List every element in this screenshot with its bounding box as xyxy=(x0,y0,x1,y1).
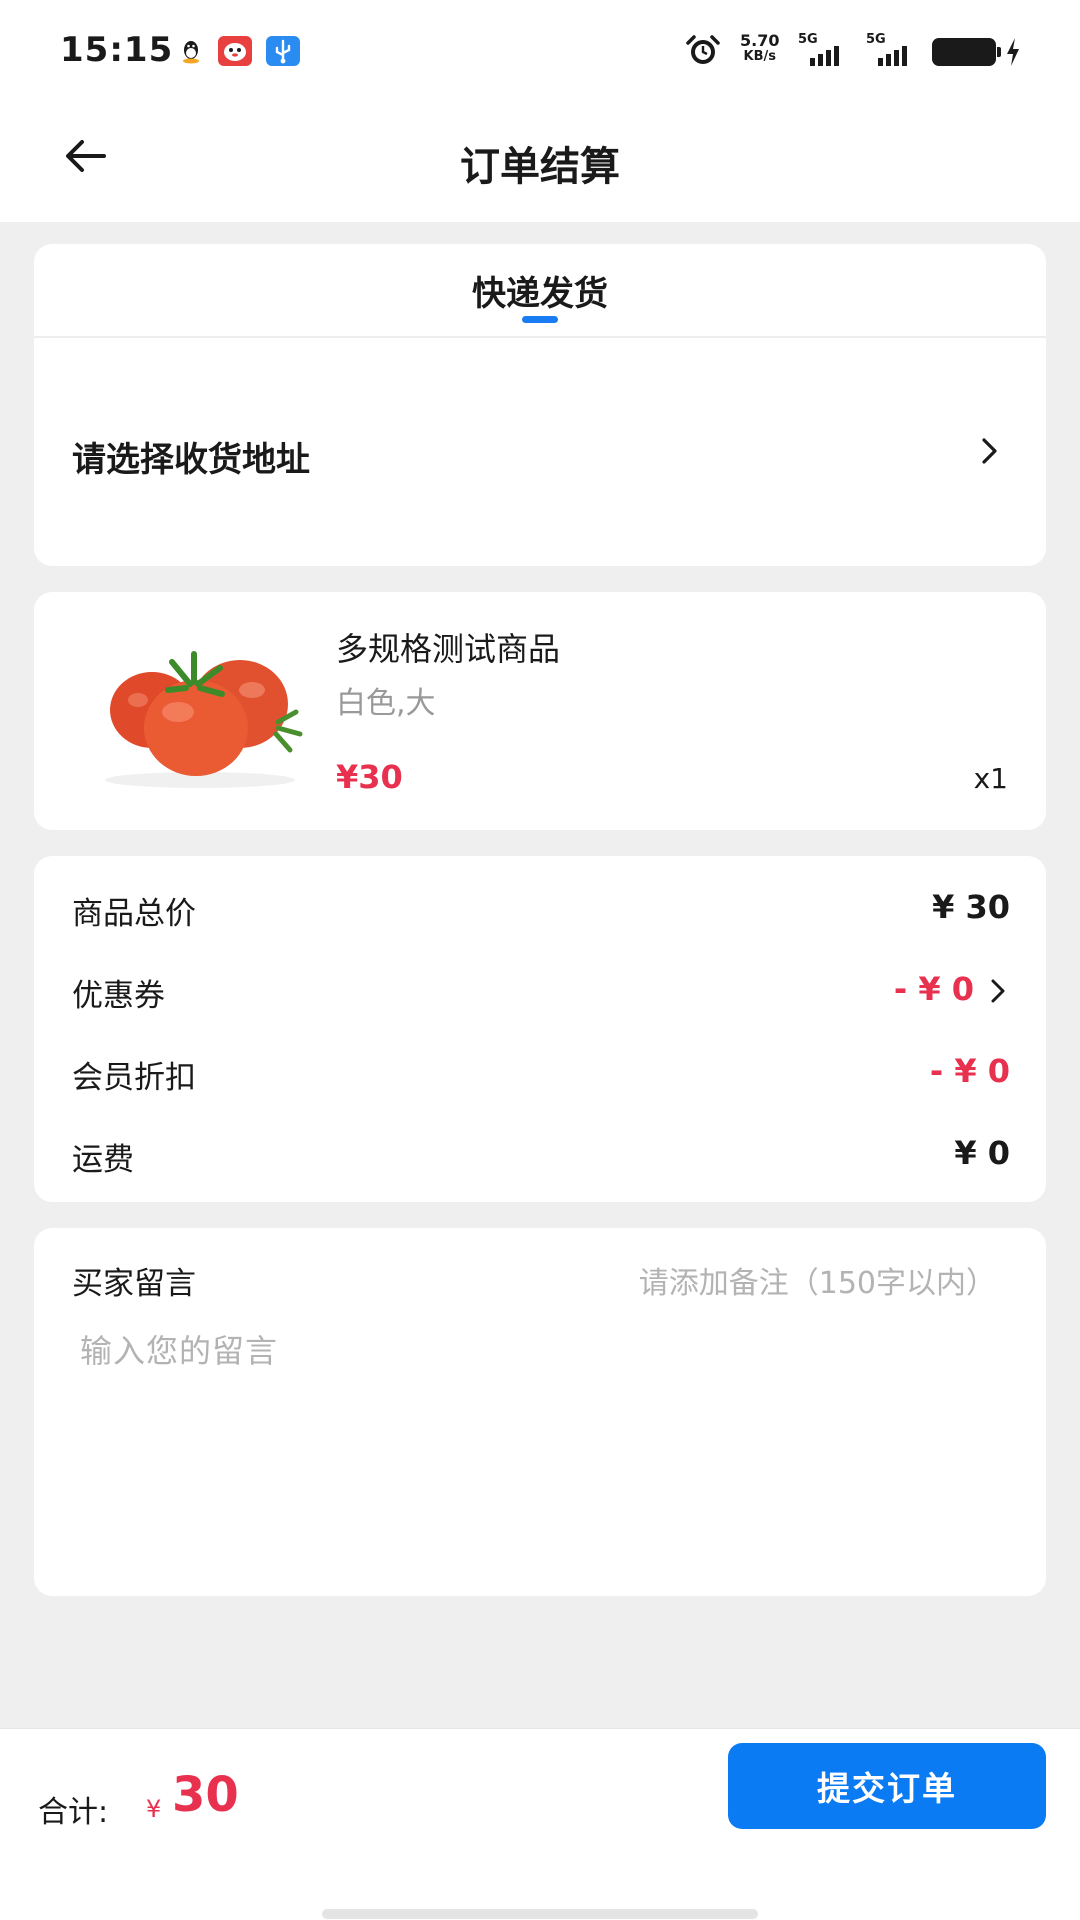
message-input[interactable] xyxy=(72,1316,1008,1566)
product-name: 多规格测试商品 xyxy=(336,630,561,668)
summary-label: 会员折扣 xyxy=(72,1060,196,1096)
alarm-icon xyxy=(684,34,722,68)
message-label: 买家留言 xyxy=(72,1266,196,1302)
network-speed-unit: KB/s xyxy=(743,49,776,64)
chevron-right-icon xyxy=(990,978,1006,1004)
total-amount: 30 xyxy=(172,1767,239,1823)
summary-row-subtotal: 商品总价 ¥ 30 xyxy=(72,882,1010,932)
summary-value: ¥ 30 xyxy=(932,888,1010,926)
product-quantity: x1 xyxy=(973,762,1008,795)
tab-express-delivery[interactable]: 快递发货 xyxy=(34,266,1046,315)
signal-icon: 5G xyxy=(798,32,852,68)
summary-row-member-discount: 会员折扣 - ¥ 0 xyxy=(72,1046,1010,1096)
chevron-right-icon xyxy=(978,436,1002,466)
status-time: 15:15 xyxy=(60,30,174,70)
shipping-card: 快递发货 请选择收货地址 xyxy=(34,244,1046,566)
battery-icon xyxy=(932,38,1001,66)
navigation-bar: 订单结算 xyxy=(0,100,1080,222)
signal-label: 5G xyxy=(798,32,818,47)
usb-icon xyxy=(266,36,300,66)
tab-active-indicator xyxy=(522,316,558,323)
product-price: ¥30 xyxy=(336,758,403,796)
summary-row-shipping: 运费 ¥ 0 xyxy=(72,1128,1010,1178)
product-spec: 白色,大 xyxy=(336,686,436,721)
signal-label: 5G xyxy=(866,32,886,47)
total-label: 合计: xyxy=(38,1795,109,1830)
product-card[interactable]: 多规格测试商品 白色,大 ¥30 x1 xyxy=(34,592,1046,830)
charging-icon xyxy=(1004,36,1022,68)
signal-icon: 5G xyxy=(866,32,920,68)
summary-value: ¥ 0 xyxy=(954,1134,1010,1172)
summary-value: - ¥ 0 xyxy=(893,970,974,1008)
submit-order-button[interactable]: 提交订单 xyxy=(728,1743,1046,1829)
page-title: 订单结算 xyxy=(460,144,620,190)
address-prompt: 请选择收货地址 xyxy=(72,440,310,480)
summary-label: 商品总价 xyxy=(72,896,196,932)
product-image xyxy=(90,632,310,792)
network-speed: 5.70 KB/s xyxy=(740,33,779,65)
status-bar: 15:15 5.70 KB/s 5G 5G xyxy=(0,0,1080,100)
network-speed-value: 5.70 xyxy=(740,31,780,50)
message-hint: 请添加备注（150字以内） xyxy=(638,1266,996,1301)
summary-value: - ¥ 0 xyxy=(929,1052,1010,1090)
summary-label: 优惠券 xyxy=(72,978,165,1014)
home-indicator[interactable] xyxy=(322,1909,758,1919)
summary-row-coupon[interactable]: 优惠券 - ¥ 0 xyxy=(72,964,1010,1014)
checkout-bar: 合计: ¥ 30 提交订单 xyxy=(0,1728,1080,1920)
buyer-message-card: 买家留言 请添加备注（150字以内） xyxy=(34,1228,1046,1596)
app-red-icon xyxy=(218,36,252,66)
summary-label: 运费 xyxy=(72,1142,134,1178)
select-address-row[interactable]: 请选择收货地址 xyxy=(34,338,1046,566)
qq-icon xyxy=(174,36,208,66)
total-currency: ¥ xyxy=(146,1795,162,1823)
price-summary-card: 商品总价 ¥ 30 优惠券 - ¥ 0 会员折扣 - ¥ 0 运费 ¥ 0 xyxy=(34,856,1046,1202)
